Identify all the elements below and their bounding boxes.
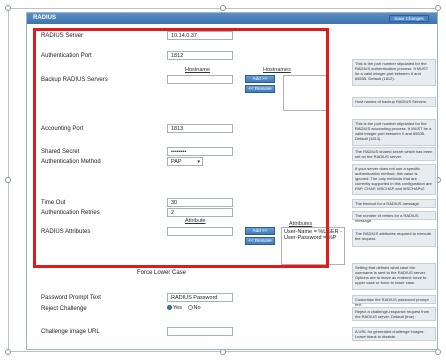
panel-title: RADIUS: [33, 15, 57, 21]
password-prompt-input[interactable]: RADIUS Password: [167, 293, 233, 302]
reject-challenge-label: Reject Challenge: [41, 306, 87, 312]
shared-secret-help: The RADIUS shared secret which has been …: [352, 147, 436, 161]
challenge-image-label: Challenge image URL: [41, 329, 100, 335]
auth-port-help: This is the port number stipulated for t…: [352, 59, 436, 86]
panel-titlebar: RADIUS Save Changes: [27, 13, 437, 24]
username-case-help: Setting that defines what case the usern…: [352, 263, 436, 290]
password-prompt-help: Customise the RADIUS password prompt tex…: [352, 295, 436, 307]
radio-yes-label: Yes: [173, 305, 182, 311]
resize-handle-mid-left[interactable]: [5, 177, 11, 183]
force-lower-case-option[interactable]: Force Lower Case: [137, 270, 186, 276]
password-prompt-label: Password Prompt Text: [41, 295, 101, 301]
radio-no-label: No: [193, 305, 201, 311]
challenge-image-help: A URL for generated challenge images. Le…: [352, 327, 436, 341]
auth-method-help: If your server does not use a specific a…: [352, 164, 436, 195]
auth-retries-help: The number of retries for a RADIUS messa…: [352, 211, 436, 223]
attributes-help: The RADIUS attributes required to execut…: [352, 229, 436, 247]
reject-challenge-radio-group: Yes No: [167, 305, 201, 311]
time-out-help: The timeout for a RADIUS message.: [352, 199, 436, 208]
challenge-image-input[interactable]: [167, 327, 233, 336]
radio-no[interactable]: [187, 305, 193, 311]
resize-handle-top-left[interactable]: [5, 5, 11, 11]
save-changes-button[interactable]: Save Changes: [389, 15, 429, 22]
reject-challenge-help: Reject a challenge-response request from…: [352, 307, 436, 321]
resize-handle-bottom-left[interactable]: [5, 349, 11, 355]
highlight-box: [33, 28, 329, 268]
backup-servers-help: Host names of backup RADIUS Servers.: [352, 97, 436, 107]
resize-handle-top-right[interactable]: [435, 5, 441, 11]
resize-handle-top-center[interactable]: [220, 5, 226, 11]
radio-yes[interactable]: [167, 305, 172, 311]
accounting-port-help: This is the port number stipulated for t…: [352, 119, 436, 146]
